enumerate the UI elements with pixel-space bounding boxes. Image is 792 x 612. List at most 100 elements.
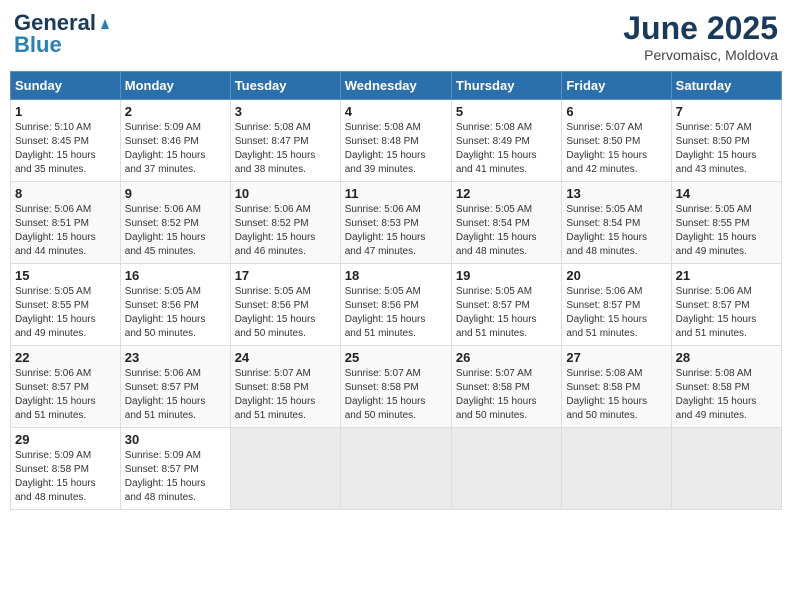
col-tuesday: Tuesday bbox=[230, 72, 340, 100]
day-info: Sunrise: 5:07 AM Sunset: 8:58 PM Dayligh… bbox=[235, 367, 336, 423]
table-row: 19 Sunrise: 5:05 AM Sunset: 8:57 PM Dayl… bbox=[451, 264, 561, 346]
col-friday: Friday bbox=[562, 72, 671, 100]
calendar-table: Sunday Monday Tuesday Wednesday Thursday… bbox=[10, 71, 782, 510]
calendar-week-1: 1 Sunrise: 5:10 AM Sunset: 8:45 PM Dayli… bbox=[11, 100, 782, 182]
location: Pervomaisc, Moldova bbox=[623, 47, 778, 63]
day-number: 1 bbox=[15, 104, 116, 119]
table-row: 1 Sunrise: 5:10 AM Sunset: 8:45 PM Dayli… bbox=[11, 100, 121, 182]
day-info: Sunrise: 5:06 AM Sunset: 8:52 PM Dayligh… bbox=[235, 203, 336, 259]
day-info: Sunrise: 5:06 AM Sunset: 8:57 PM Dayligh… bbox=[676, 285, 777, 341]
table-row: 4 Sunrise: 5:08 AM Sunset: 8:48 PM Dayli… bbox=[340, 100, 451, 182]
table-row: 14 Sunrise: 5:05 AM Sunset: 8:55 PM Dayl… bbox=[671, 182, 781, 264]
table-row: 29 Sunrise: 5:09 AM Sunset: 8:58 PM Dayl… bbox=[11, 428, 121, 510]
col-monday: Monday bbox=[120, 72, 230, 100]
day-number: 11 bbox=[345, 186, 447, 201]
month-title: June 2025 bbox=[623, 10, 778, 47]
table-row: 16 Sunrise: 5:05 AM Sunset: 8:56 PM Dayl… bbox=[120, 264, 230, 346]
day-info: Sunrise: 5:08 AM Sunset: 8:48 PM Dayligh… bbox=[345, 121, 447, 177]
day-info: Sunrise: 5:07 AM Sunset: 8:58 PM Dayligh… bbox=[456, 367, 557, 423]
table-row bbox=[340, 428, 451, 510]
day-number: 26 bbox=[456, 350, 557, 365]
day-number: 2 bbox=[125, 104, 226, 119]
table-row: 11 Sunrise: 5:06 AM Sunset: 8:53 PM Dayl… bbox=[340, 182, 451, 264]
day-number: 15 bbox=[15, 268, 116, 283]
calendar-week-2: 8 Sunrise: 5:06 AM Sunset: 8:51 PM Dayli… bbox=[11, 182, 782, 264]
table-row: 24 Sunrise: 5:07 AM Sunset: 8:58 PM Dayl… bbox=[230, 346, 340, 428]
day-number: 22 bbox=[15, 350, 116, 365]
table-row: 12 Sunrise: 5:05 AM Sunset: 8:54 PM Dayl… bbox=[451, 182, 561, 264]
table-row: 17 Sunrise: 5:05 AM Sunset: 8:56 PM Dayl… bbox=[230, 264, 340, 346]
day-info: Sunrise: 5:05 AM Sunset: 8:56 PM Dayligh… bbox=[345, 285, 447, 341]
table-row: 27 Sunrise: 5:08 AM Sunset: 8:58 PM Dayl… bbox=[562, 346, 671, 428]
day-number: 30 bbox=[125, 432, 226, 447]
table-row: 25 Sunrise: 5:07 AM Sunset: 8:58 PM Dayl… bbox=[340, 346, 451, 428]
day-number: 12 bbox=[456, 186, 557, 201]
day-number: 9 bbox=[125, 186, 226, 201]
day-number: 8 bbox=[15, 186, 116, 201]
day-number: 7 bbox=[676, 104, 777, 119]
day-number: 23 bbox=[125, 350, 226, 365]
day-info: Sunrise: 5:07 AM Sunset: 8:50 PM Dayligh… bbox=[566, 121, 666, 177]
day-info: Sunrise: 5:06 AM Sunset: 8:52 PM Dayligh… bbox=[125, 203, 226, 259]
day-number: 17 bbox=[235, 268, 336, 283]
day-info: Sunrise: 5:06 AM Sunset: 8:57 PM Dayligh… bbox=[566, 285, 666, 341]
day-info: Sunrise: 5:05 AM Sunset: 8:57 PM Dayligh… bbox=[456, 285, 557, 341]
table-row: 6 Sunrise: 5:07 AM Sunset: 8:50 PM Dayli… bbox=[562, 100, 671, 182]
day-info: Sunrise: 5:06 AM Sunset: 8:57 PM Dayligh… bbox=[125, 367, 226, 423]
day-number: 3 bbox=[235, 104, 336, 119]
logo: General Blue bbox=[14, 10, 114, 58]
day-info: Sunrise: 5:05 AM Sunset: 8:54 PM Dayligh… bbox=[566, 203, 666, 259]
calendar-header-row: Sunday Monday Tuesday Wednesday Thursday… bbox=[11, 72, 782, 100]
table-row: 8 Sunrise: 5:06 AM Sunset: 8:51 PM Dayli… bbox=[11, 182, 121, 264]
day-number: 6 bbox=[566, 104, 666, 119]
table-row: 18 Sunrise: 5:05 AM Sunset: 8:56 PM Dayl… bbox=[340, 264, 451, 346]
day-info: Sunrise: 5:09 AM Sunset: 8:58 PM Dayligh… bbox=[15, 449, 116, 505]
table-row: 23 Sunrise: 5:06 AM Sunset: 8:57 PM Dayl… bbox=[120, 346, 230, 428]
day-info: Sunrise: 5:08 AM Sunset: 8:58 PM Dayligh… bbox=[676, 367, 777, 423]
calendar-week-3: 15 Sunrise: 5:05 AM Sunset: 8:55 PM Dayl… bbox=[11, 264, 782, 346]
table-row: 13 Sunrise: 5:05 AM Sunset: 8:54 PM Dayl… bbox=[562, 182, 671, 264]
col-thursday: Thursday bbox=[451, 72, 561, 100]
day-info: Sunrise: 5:10 AM Sunset: 8:45 PM Dayligh… bbox=[15, 121, 116, 177]
day-number: 28 bbox=[676, 350, 777, 365]
table-row: 30 Sunrise: 5:09 AM Sunset: 8:57 PM Dayl… bbox=[120, 428, 230, 510]
col-saturday: Saturday bbox=[671, 72, 781, 100]
table-row: 2 Sunrise: 5:09 AM Sunset: 8:46 PM Dayli… bbox=[120, 100, 230, 182]
day-number: 19 bbox=[456, 268, 557, 283]
day-info: Sunrise: 5:05 AM Sunset: 8:56 PM Dayligh… bbox=[235, 285, 336, 341]
day-number: 20 bbox=[566, 268, 666, 283]
day-info: Sunrise: 5:06 AM Sunset: 8:57 PM Dayligh… bbox=[15, 367, 116, 423]
day-info: Sunrise: 5:06 AM Sunset: 8:51 PM Dayligh… bbox=[15, 203, 116, 259]
day-number: 16 bbox=[125, 268, 226, 283]
day-info: Sunrise: 5:05 AM Sunset: 8:56 PM Dayligh… bbox=[125, 285, 226, 341]
day-info: Sunrise: 5:08 AM Sunset: 8:47 PM Dayligh… bbox=[235, 121, 336, 177]
day-number: 18 bbox=[345, 268, 447, 283]
logo-blue: Blue bbox=[14, 32, 62, 58]
day-number: 21 bbox=[676, 268, 777, 283]
day-number: 24 bbox=[235, 350, 336, 365]
page-header: General Blue June 2025 Pervomaisc, Moldo… bbox=[10, 10, 782, 63]
day-info: Sunrise: 5:05 AM Sunset: 8:55 PM Dayligh… bbox=[676, 203, 777, 259]
col-wednesday: Wednesday bbox=[340, 72, 451, 100]
table-row: 26 Sunrise: 5:07 AM Sunset: 8:58 PM Dayl… bbox=[451, 346, 561, 428]
table-row: 21 Sunrise: 5:06 AM Sunset: 8:57 PM Dayl… bbox=[671, 264, 781, 346]
table-row bbox=[451, 428, 561, 510]
table-row: 3 Sunrise: 5:08 AM Sunset: 8:47 PM Dayli… bbox=[230, 100, 340, 182]
day-number: 14 bbox=[676, 186, 777, 201]
day-number: 25 bbox=[345, 350, 447, 365]
day-number: 4 bbox=[345, 104, 447, 119]
table-row: 5 Sunrise: 5:08 AM Sunset: 8:49 PM Dayli… bbox=[451, 100, 561, 182]
table-row: 7 Sunrise: 5:07 AM Sunset: 8:50 PM Dayli… bbox=[671, 100, 781, 182]
logo-triangle-icon bbox=[97, 15, 113, 31]
col-sunday: Sunday bbox=[11, 72, 121, 100]
table-row bbox=[562, 428, 671, 510]
table-row: 10 Sunrise: 5:06 AM Sunset: 8:52 PM Dayl… bbox=[230, 182, 340, 264]
day-info: Sunrise: 5:08 AM Sunset: 8:49 PM Dayligh… bbox=[456, 121, 557, 177]
title-area: June 2025 Pervomaisc, Moldova bbox=[623, 10, 778, 63]
day-info: Sunrise: 5:07 AM Sunset: 8:58 PM Dayligh… bbox=[345, 367, 447, 423]
day-number: 13 bbox=[566, 186, 666, 201]
day-info: Sunrise: 5:09 AM Sunset: 8:46 PM Dayligh… bbox=[125, 121, 226, 177]
day-number: 5 bbox=[456, 104, 557, 119]
table-row: 28 Sunrise: 5:08 AM Sunset: 8:58 PM Dayl… bbox=[671, 346, 781, 428]
calendar-week-5: 29 Sunrise: 5:09 AM Sunset: 8:58 PM Dayl… bbox=[11, 428, 782, 510]
